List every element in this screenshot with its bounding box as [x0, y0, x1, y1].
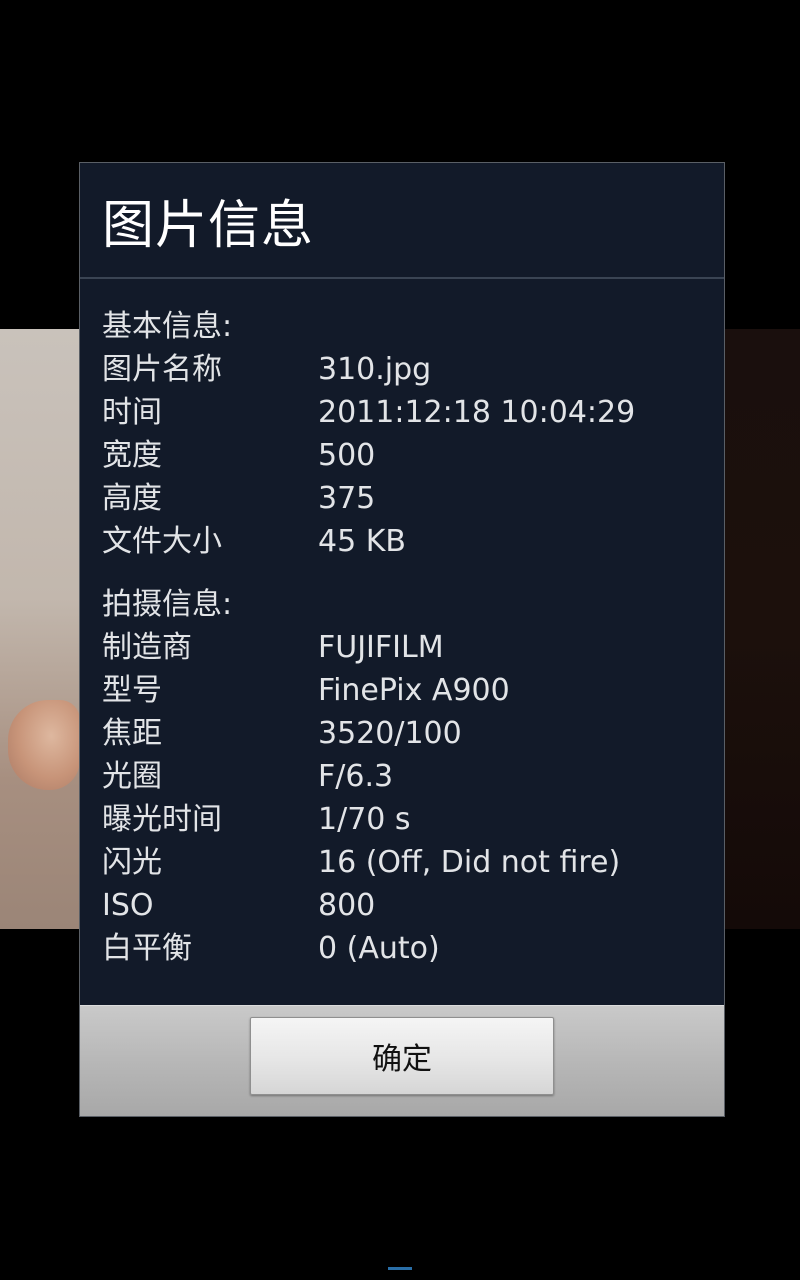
- info-label: 制造商: [102, 630, 192, 665]
- info-value: 2011:12:18 10:04:29: [318, 395, 636, 430]
- info-value: FUJIFILM: [318, 630, 444, 665]
- info-row-width: 宽度 500: [102, 434, 724, 477]
- info-row-model: 型号 FinePix A900: [102, 669, 724, 712]
- info-row-exposure-time: 曝光时间 1/70 s: [102, 798, 724, 841]
- bottom-indicator: [388, 1267, 412, 1270]
- info-value: 1/70 s: [318, 802, 411, 837]
- info-label: 宽度: [102, 438, 162, 473]
- info-label: 焦距: [102, 716, 162, 751]
- background-photo-hand: [8, 700, 80, 790]
- info-value: 310.jpg: [318, 352, 432, 387]
- info-value: 45 KB: [318, 524, 406, 559]
- info-value: F/6.3: [318, 759, 394, 794]
- info-row-height: 高度 375: [102, 477, 724, 520]
- info-row-manufacturer: 制造商 FUJIFILM: [102, 626, 724, 669]
- basic-info-heading: 基本信息:: [102, 309, 233, 344]
- info-label: 白平衡: [102, 931, 192, 966]
- background-photo-right: [724, 329, 800, 929]
- info-label: 高度: [102, 481, 162, 516]
- dialog-title: 图片信息: [102, 195, 315, 256]
- dialog-footer: 确定: [80, 1005, 724, 1116]
- info-label: 时间: [102, 395, 162, 430]
- info-row-file-size: 文件大小 45 KB: [102, 520, 724, 563]
- info-value: 375: [318, 481, 376, 516]
- info-row-focal-length: 焦距 3520/100: [102, 712, 724, 755]
- info-row-image-name: 图片名称 310.jpg: [102, 348, 724, 391]
- ok-button[interactable]: 确定: [250, 1017, 554, 1095]
- info-label: 曝光时间: [102, 802, 222, 837]
- info-value: 800: [318, 888, 376, 923]
- info-value: 3520/100: [318, 716, 462, 751]
- image-info-dialog: 图片信息 基本信息: 图片名称 310.jpg 时间 2011:12:18 10…: [79, 162, 725, 1117]
- dialog-header: 图片信息: [80, 163, 724, 279]
- info-label: ISO: [102, 888, 154, 923]
- info-row-time: 时间 2011:12:18 10:04:29: [102, 391, 724, 434]
- info-row-flash: 闪光 16 (Off, Did not fire): [102, 841, 724, 884]
- info-row-white-balance: 白平衡 0 (Auto): [102, 927, 724, 970]
- shooting-info-heading: 拍摄信息:: [102, 587, 233, 622]
- info-value: 500: [318, 438, 376, 473]
- info-value: 16 (Off, Did not fire): [318, 845, 621, 880]
- info-label: 闪光: [102, 845, 162, 880]
- background-photo-left: [0, 329, 80, 929]
- info-label: 文件大小: [102, 524, 222, 559]
- info-value: 0 (Auto): [318, 931, 440, 966]
- info-label: 图片名称: [102, 352, 222, 387]
- info-row-iso: ISO 800: [102, 884, 724, 927]
- screen: 图片信息 基本信息: 图片名称 310.jpg 时间 2011:12:18 10…: [0, 0, 800, 1280]
- dialog-body: 基本信息: 图片名称 310.jpg 时间 2011:12:18 10:04:2…: [80, 279, 724, 970]
- info-label: 光圈: [102, 759, 162, 794]
- info-value: FinePix A900: [318, 673, 510, 708]
- info-row-aperture: 光圈 F/6.3: [102, 755, 724, 798]
- info-label: 型号: [102, 673, 162, 708]
